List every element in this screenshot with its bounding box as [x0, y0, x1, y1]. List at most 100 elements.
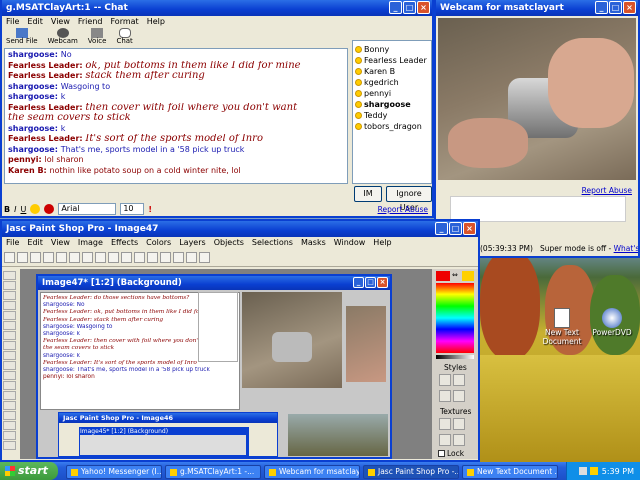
taskbar-button[interactable]: New Text Document ...	[462, 465, 558, 479]
minimize-button[interactable]: _	[595, 1, 608, 14]
tool-options-icon[interactable]	[186, 252, 197, 263]
chat-title-bar[interactable]: g.MSATClayArt:1 -- Chat _ □ ×	[2, 0, 432, 16]
crop-tool-icon[interactable]	[3, 301, 16, 310]
smiley-icon[interactable]	[30, 204, 41, 214]
arrow-tool-icon[interactable]	[3, 271, 16, 280]
chat-transcript[interactable]: shargoose: No Fearless Leader: ok, put bo…	[4, 48, 348, 184]
psp-title-bar[interactable]: Jasc Paint Shop Pro - Image47 _ □ ×	[2, 221, 478, 237]
start-button[interactable]: start	[0, 462, 58, 480]
taskbar-button[interactable]: g.MSATClayArt:1 -...	[165, 465, 261, 479]
retouch-tool-icon[interactable]	[3, 391, 16, 400]
font-size-select[interactable]: 10	[120, 203, 145, 215]
color-picker-icon[interactable]	[44, 204, 55, 214]
picture-tube-icon[interactable]	[3, 411, 16, 420]
underline-button[interactable]: U	[20, 205, 26, 214]
psp-menu-effects[interactable]: Effects	[111, 237, 138, 249]
lock-checkbox[interactable]	[438, 450, 445, 457]
menu-file[interactable]: File	[6, 16, 19, 28]
copy-icon[interactable]	[69, 252, 80, 263]
minimize-button[interactable]: _	[353, 277, 364, 288]
psp-menu-help[interactable]: Help	[373, 237, 391, 249]
close-button[interactable]: ×	[417, 1, 430, 14]
close-button[interactable]: ×	[623, 1, 636, 14]
swap-colors-icon[interactable]: ⇔	[452, 271, 460, 281]
zoom-tool-icon[interactable]	[3, 281, 16, 290]
eraser-tool-icon[interactable]	[3, 401, 16, 410]
user-list-item[interactable]: pennyi	[355, 88, 429, 99]
user-list-item[interactable]: Bonny	[355, 44, 429, 55]
alert-icon[interactable]: !	[148, 205, 152, 214]
chat-button[interactable]: Chat	[116, 28, 133, 48]
redo-icon[interactable]	[108, 252, 119, 263]
psp-menu-selections[interactable]: Selections	[252, 237, 293, 249]
voice-button[interactable]: Voice	[88, 28, 106, 48]
maximize-button[interactable]: □	[403, 1, 416, 14]
tray-icon[interactable]	[578, 467, 587, 475]
freehand-tool-icon[interactable]	[3, 331, 16, 340]
powerdvd-icon-group[interactable]: PowerDVD	[590, 308, 634, 337]
texture-swatch[interactable]	[453, 434, 465, 446]
style-swatch[interactable]	[453, 390, 465, 402]
selection-tool-icon[interactable]	[3, 321, 16, 330]
image-canvas[interactable]: Fearless Leader: do those sections have …	[38, 290, 390, 457]
user-list-item[interactable]: Fearless Leader	[355, 55, 429, 66]
report-abuse-link[interactable]: Report Abuse	[378, 205, 428, 214]
layers-icon[interactable]	[147, 252, 158, 263]
webcam-button[interactable]: Webcam	[48, 28, 78, 48]
airbrush-icon[interactable]	[3, 421, 16, 430]
zoom-icon[interactable]	[121, 252, 132, 263]
clock[interactable]: 5:39 PM	[602, 467, 634, 476]
grayscale-strip[interactable]	[436, 355, 474, 359]
bold-button[interactable]: B	[4, 205, 10, 214]
help-icon[interactable]	[199, 252, 210, 263]
lock-checkbox-group[interactable]: Lock	[438, 449, 464, 458]
texture-swatch[interactable]	[453, 418, 465, 430]
style-swatch[interactable]	[439, 374, 451, 386]
webcam-title-bar[interactable]: Webcam for msatclayart _ □ ×	[436, 0, 638, 16]
histogram-icon[interactable]	[160, 252, 171, 263]
new-icon[interactable]	[4, 252, 15, 263]
taskbar-button[interactable]: Jasc Paint Shop Pro -...	[363, 465, 459, 479]
font-name-select[interactable]: Arial	[58, 203, 117, 215]
minimize-button[interactable]: _	[389, 1, 402, 14]
taskbar-button[interactable]: Webcam for msatclay...	[264, 465, 360, 479]
menu-friend[interactable]: Friend	[78, 16, 103, 28]
menu-edit[interactable]: Edit	[27, 16, 43, 28]
maximize-button[interactable]: □	[365, 277, 376, 288]
text-tool-icon[interactable]	[3, 441, 16, 450]
psp-menu-view[interactable]: View	[51, 237, 70, 249]
user-list-item[interactable]: kgedrich	[355, 77, 429, 88]
close-button[interactable]: ×	[463, 222, 476, 235]
overview-icon[interactable]	[173, 252, 184, 263]
background-color-swatch[interactable]	[462, 271, 474, 281]
menu-help[interactable]: Help	[147, 16, 165, 28]
cut-icon[interactable]	[56, 252, 67, 263]
psp-menu-edit[interactable]: Edit	[27, 237, 43, 249]
ignore-user-button[interactable]: Ignore User	[386, 186, 432, 212]
maximize-button[interactable]: □	[449, 222, 462, 235]
save-icon[interactable]	[30, 252, 41, 263]
color-replacer-icon[interactable]	[3, 381, 16, 390]
minimize-button[interactable]: _	[435, 222, 448, 235]
print-icon[interactable]	[43, 252, 54, 263]
texture-swatch[interactable]	[439, 418, 451, 430]
messenger-tray-icon[interactable]	[589, 467, 598, 475]
clone-brush-icon[interactable]	[3, 371, 16, 380]
user-list-item[interactable]: shargoose	[355, 99, 429, 110]
new-text-document-icon-group[interactable]: New Text Document	[542, 308, 582, 346]
user-list-item[interactable]: Karen B	[355, 66, 429, 77]
send-file-button[interactable]: Send File	[6, 28, 38, 48]
im-button[interactable]: IM	[354, 186, 382, 202]
texture-swatch[interactable]	[439, 434, 451, 446]
menu-format[interactable]: Format	[110, 16, 138, 28]
user-list-item[interactable]: tobors_dragon	[355, 121, 429, 132]
whats-this-link[interactable]: What's this?	[614, 244, 638, 253]
psp-menu-image[interactable]: Image	[78, 237, 103, 249]
browse-icon[interactable]	[134, 252, 145, 263]
menu-view[interactable]: View	[51, 16, 70, 28]
webcam-report-abuse-link[interactable]: Report Abuse	[582, 186, 632, 195]
open-icon[interactable]	[17, 252, 28, 263]
color-spectrum[interactable]	[436, 283, 474, 353]
flood-fill-icon[interactable]	[3, 431, 16, 440]
chat-user-list[interactable]: Bonny Fearless Leader Karen B kgedrich penny…	[352, 40, 432, 184]
